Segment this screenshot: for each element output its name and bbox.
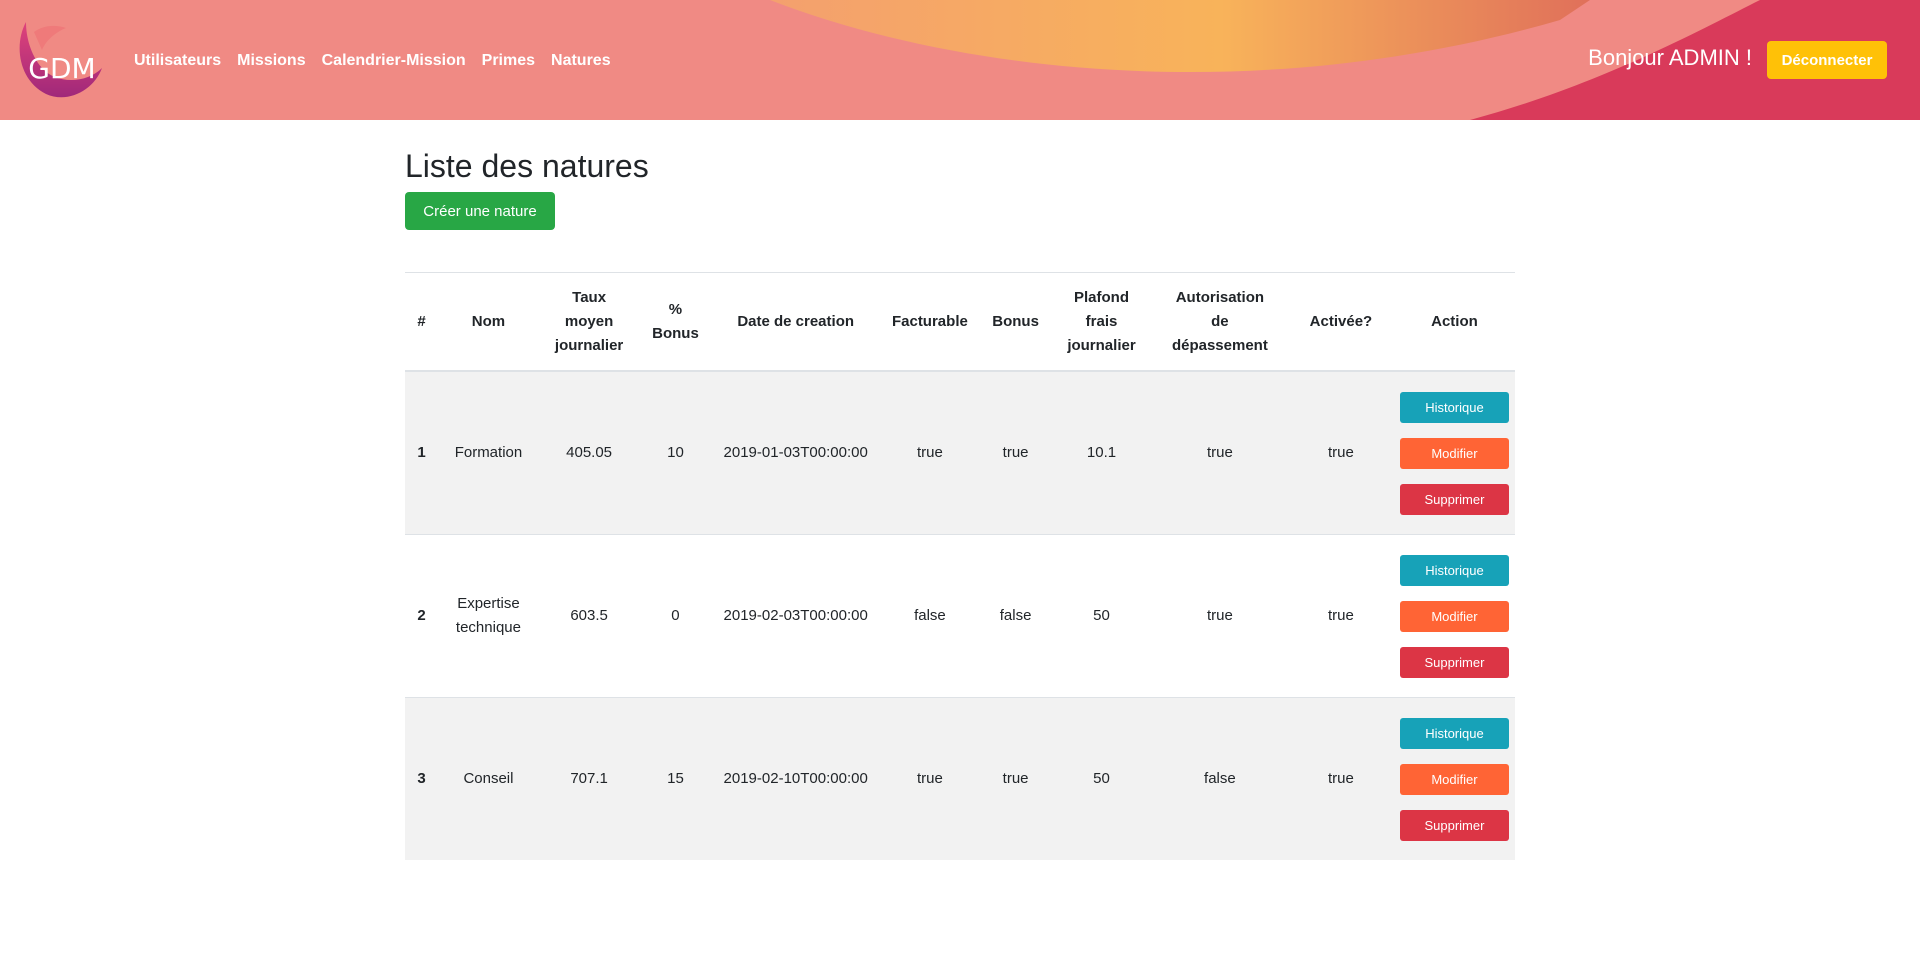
cell-nom: Conseil: [438, 697, 539, 860]
gdm-logo[interactable]: GDM: [16, 18, 108, 102]
cell-bonus: true: [980, 697, 1052, 860]
cell-nom: Formation: [438, 370, 539, 535]
modifier-button[interactable]: Modifier: [1399, 763, 1509, 795]
header-autorisation: Autorisation de dépassement: [1151, 272, 1288, 372]
header-nom: Nom: [438, 272, 539, 372]
header-bonus-pct: % Bonus: [639, 272, 712, 372]
header-action: Action: [1393, 272, 1515, 372]
cell-taux: 707.1: [538, 697, 640, 860]
cell-facturable: true: [879, 697, 980, 860]
create-nature-button[interactable]: Créer une nature: [405, 192, 555, 230]
cell-taux: 603.5: [538, 534, 640, 698]
header-bonus: Bonus: [980, 272, 1052, 372]
header-index: #: [405, 272, 439, 372]
nav-utilisateurs[interactable]: Utilisateurs: [134, 50, 221, 72]
logo-icon: GDM: [19, 22, 103, 98]
nav-primes[interactable]: Primes: [482, 50, 535, 72]
cell-actions: Historique Modifier Supprimer: [1393, 534, 1515, 698]
cell-bonus: false: [980, 534, 1052, 698]
cell-activee: true: [1287, 697, 1394, 860]
cell-taux: 405.05: [538, 370, 640, 535]
table-row: 1 Formation 405.05 10 2019-01-03T00:00:0…: [405, 370, 1515, 535]
cell-facturable: false: [879, 534, 980, 698]
cell-index: 3: [405, 697, 439, 860]
header-activee: Activée?: [1287, 272, 1394, 372]
cell-bonus-pct: 15: [639, 697, 712, 860]
cell-activee: true: [1287, 534, 1394, 698]
logout-button[interactable]: Déconnecter: [1767, 41, 1887, 79]
cell-nom: Expertise technique: [438, 534, 539, 698]
cell-plafond: 10.1: [1051, 370, 1152, 535]
svg-text:GDM: GDM: [28, 52, 95, 85]
top-header: GDM Utilisateurs Missions Calendrier-Mis…: [0, 0, 1920, 120]
cell-bonus-pct: 0: [639, 534, 712, 698]
cell-activee: true: [1287, 370, 1394, 535]
table-row: 3 Conseil 707.1 15 2019-02-10T00:00:00 t…: [405, 697, 1515, 860]
cell-autorisation: true: [1151, 370, 1288, 535]
header-taux: Taux moyen journalier: [538, 272, 640, 372]
cell-date: 2019-02-10T00:00:00: [711, 697, 880, 860]
nav-missions[interactable]: Missions: [237, 50, 305, 72]
supprimer-button[interactable]: Supprimer: [1399, 483, 1509, 515]
supprimer-button[interactable]: Supprimer: [1399, 646, 1509, 678]
cell-autorisation: true: [1151, 534, 1288, 698]
cell-plafond: 50: [1051, 534, 1152, 698]
historique-button[interactable]: Historique: [1399, 717, 1509, 749]
header-date: Date de creation: [711, 272, 880, 372]
cell-bonus: true: [980, 370, 1052, 535]
header-facturable: Facturable: [879, 272, 980, 372]
nav-calendrier-mission[interactable]: Calendrier-Mission: [322, 50, 466, 72]
cell-date: 2019-01-03T00:00:00: [711, 370, 880, 535]
cell-index: 2: [405, 534, 439, 698]
cell-index: 1: [405, 370, 439, 535]
greeting-text: Bonjour ADMIN !: [1588, 45, 1752, 70]
table-header-row: # Nom Taux moyen journalier % Bonus Date de…: [405, 272, 1515, 372]
cell-facturable: true: [879, 370, 980, 535]
modifier-button[interactable]: Modifier: [1399, 600, 1509, 632]
historique-button[interactable]: Historique: [1399, 391, 1509, 423]
supprimer-button[interactable]: Supprimer: [1399, 809, 1509, 841]
page-title: Liste des natures: [405, 148, 649, 184]
natures-table: # Nom Taux moyen journalier % Bonus Date de…: [405, 272, 1515, 860]
cell-actions: Historique Modifier Supprimer: [1393, 697, 1515, 860]
historique-button[interactable]: Historique: [1399, 554, 1509, 586]
nav-natures[interactable]: Natures: [551, 50, 611, 72]
header-plafond: Plafond frais journalier: [1051, 272, 1152, 372]
table-row: 2 Expertise technique 603.5 0 2019-02-03T…: [405, 534, 1515, 698]
modifier-button[interactable]: Modifier: [1399, 437, 1509, 469]
main-nav: Utilisateurs Missions Calendrier-Mission…: [134, 50, 611, 72]
cell-actions: Historique Modifier Supprimer: [1393, 370, 1515, 535]
cell-plafond: 50: [1051, 697, 1152, 860]
cell-date: 2019-02-03T00:00:00: [711, 534, 880, 698]
cell-bonus-pct: 10: [639, 370, 712, 535]
cell-autorisation: false: [1151, 697, 1288, 860]
